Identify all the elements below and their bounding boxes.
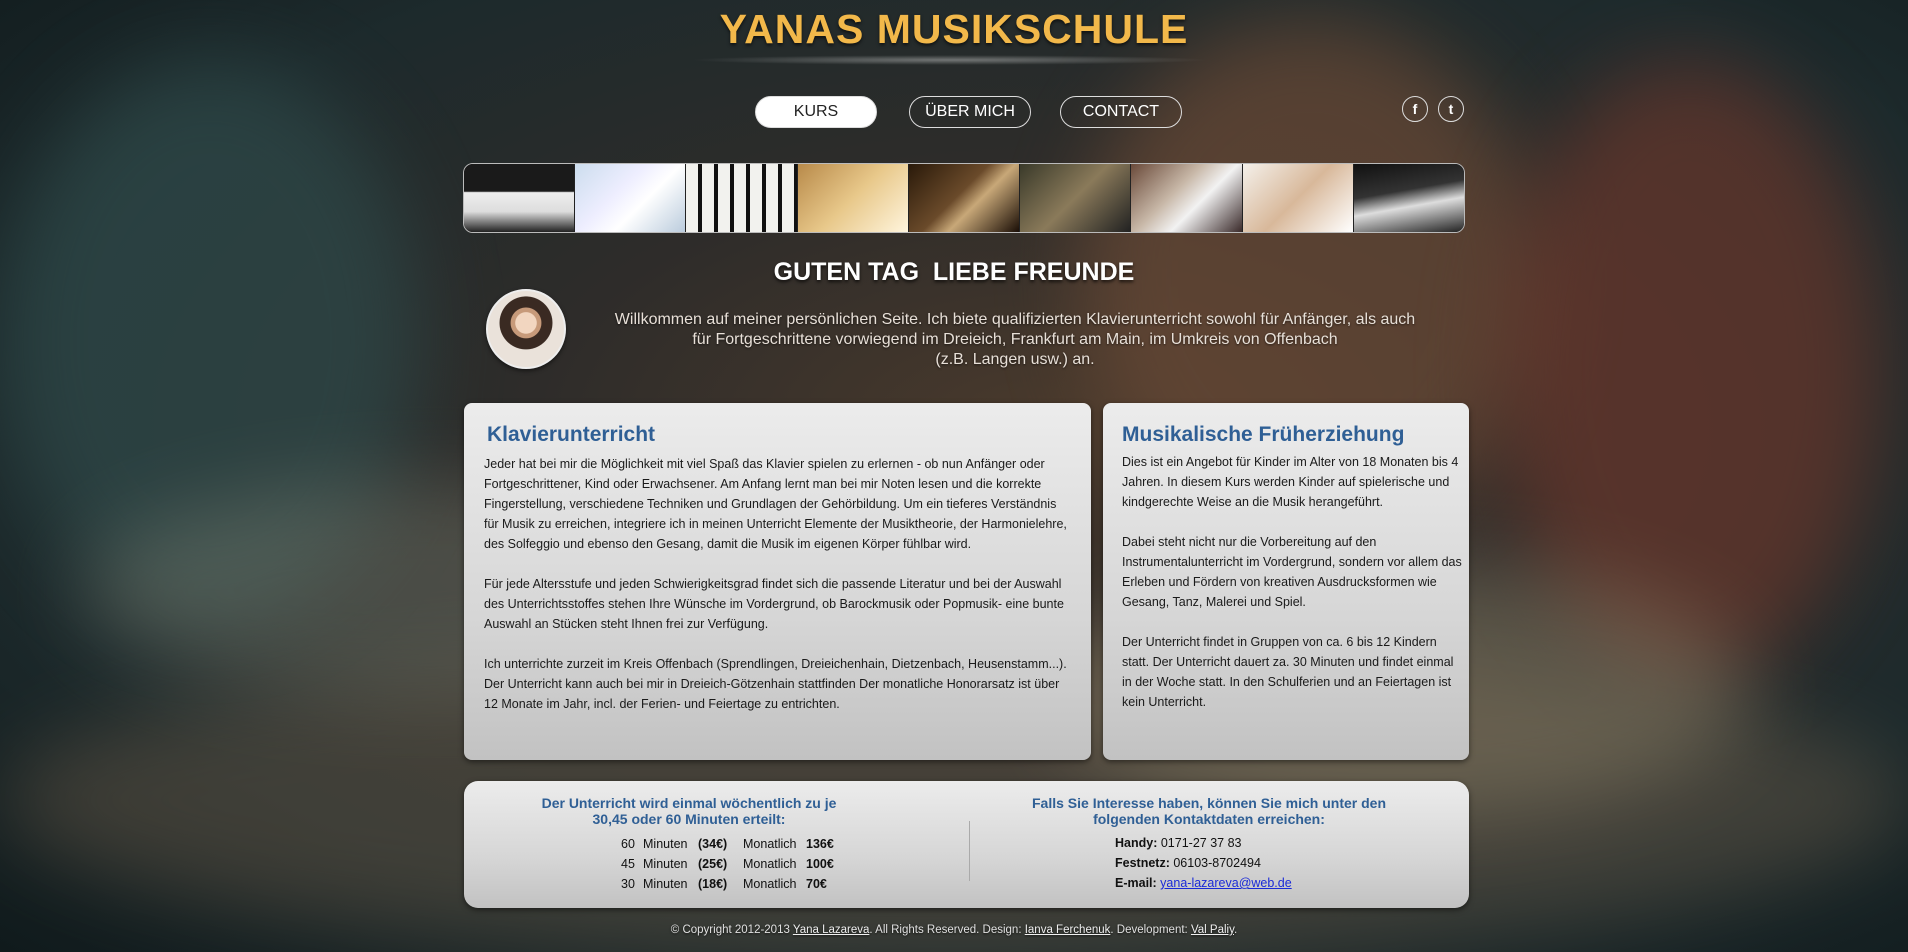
pricing-heading: Der Unterricht wird einmal wöchentlich z… [541, 795, 837, 827]
gallery-image[interactable] [797, 164, 909, 232]
owner-link[interactable]: Yana Lazareva [793, 924, 870, 936]
paragraph: Der Unterricht findet in Gruppen von ca.… [1122, 635, 1454, 709]
contact-handy: Handy: 0171-27 37 83 [1115, 836, 1242, 850]
intro-line: Willkommen auf meiner persönlichen Seite… [614, 311, 1416, 328]
nav-ueber-mich[interactable]: ÜBER MICH [909, 96, 1031, 128]
title-underline [690, 55, 1210, 65]
paragraph: Dabei steht nicht nur die Vorbereitung a… [1122, 535, 1462, 609]
gallery-image[interactable] [908, 164, 1021, 232]
avatar [486, 289, 566, 369]
intro-line: für Fortgeschrittene vorwiegend im Dreie… [692, 331, 1338, 348]
intro-line: (z.B. Langen usw.) an. [935, 351, 1095, 368]
site-title: YANAS MUSIKSCHULE [719, 6, 1189, 52]
contact-heading: Falls Sie Interesse haben, können Sie mi… [1032, 795, 1386, 827]
developer-link[interactable]: Val Paliy [1191, 924, 1234, 936]
paragraph: Dies ist ein Angebot für Kinder im Alter… [1122, 455, 1459, 509]
nav-kurs[interactable]: KURS [755, 96, 877, 128]
gallery-image[interactable] [1353, 164, 1464, 232]
gallery-image[interactable] [575, 164, 687, 232]
contact-email: E-mail: yana-lazareva@web.de [1115, 876, 1292, 890]
footer: © Copyright 2012-2013 Yana Lazareva. All… [670, 924, 1238, 936]
main-nav: KURS ÜBER MICH CONTACT [0, 96, 1908, 128]
facebook-icon[interactable]: f [1402, 96, 1428, 122]
gallery-image[interactable] [1020, 164, 1132, 232]
photo-gallery-strip [463, 163, 1465, 233]
paragraph: Jeder hat bei mir die Möglichkeit mit vi… [484, 457, 1067, 551]
frueherziehung-panel: Musikalische Früherziehung Dies ist ein … [1103, 403, 1469, 760]
panel-title: Musikalische Früherziehung [1122, 423, 1405, 446]
gallery-image[interactable] [1131, 164, 1243, 232]
nav-contact[interactable]: CONTACT [1060, 96, 1182, 128]
paragraph: Für jede Altersstufe und jeden Schwierig… [484, 577, 1064, 631]
gallery-image[interactable] [464, 164, 576, 232]
twitter-icon[interactable]: t [1438, 96, 1464, 122]
gallery-image[interactable] [686, 164, 798, 232]
designer-link[interactable]: Ianva Ferchenuk [1025, 924, 1111, 936]
divider [969, 821, 970, 881]
email-link[interactable]: yana-lazareva@web.de [1160, 876, 1292, 890]
greeting-heading: GUTEN TAG LIEBE FREUNDE [773, 258, 1135, 286]
info-panel: Der Unterricht wird einmal wöchentlich z… [464, 781, 1469, 908]
panel-title: Klavierunterricht [487, 423, 656, 446]
paragraph: Ich unterrichte zurzeit im Kreis Offenba… [484, 657, 1067, 711]
contact-festnetz: Festnetz: 06103-8702494 [1115, 856, 1261, 870]
klavierunterricht-panel: Klavierunterricht Jeder hat bei mir die … [464, 403, 1091, 760]
intro-text: Willkommen auf meiner persönlichen Seite… [600, 310, 1430, 370]
gallery-image[interactable] [1242, 164, 1354, 232]
